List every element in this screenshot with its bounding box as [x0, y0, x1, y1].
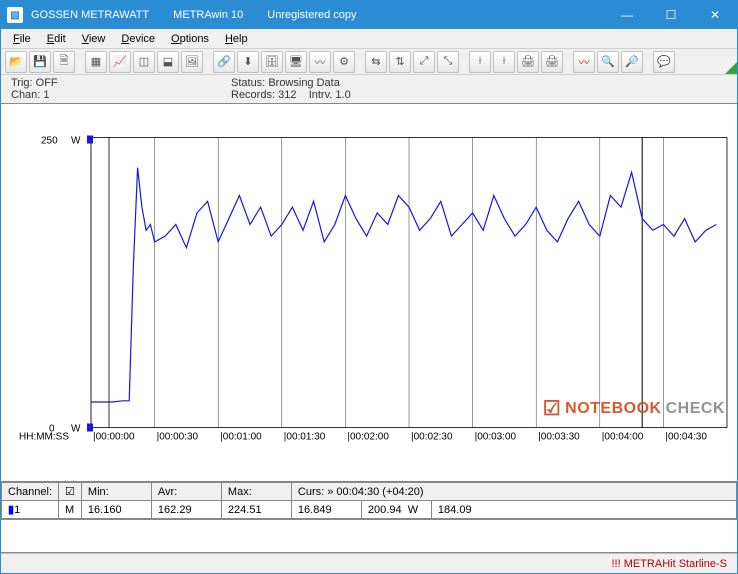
data-grid: Channel: ☑ Min: Avr: Max: Curs: » 00:04:… — [1, 481, 737, 553]
app-name: METRAwin 10 — [173, 9, 243, 21]
svg-text:W: W — [71, 424, 81, 435]
tool-scale1-icon[interactable]: ⇆ — [365, 51, 387, 73]
hdr-avr: Avr: — [151, 483, 221, 501]
svg-text:|00:02:00: |00:02:00 — [347, 432, 389, 443]
tool-cursor1-icon[interactable]: ⟊ — [469, 51, 491, 73]
menu-view[interactable]: View — [74, 31, 114, 47]
chart-svg: |00:00:00 |00:00:30 |00:01:00 |00:01:30 |00:… — [1, 104, 737, 481]
tool-zoomout-icon[interactable]: 🔎 — [621, 51, 643, 73]
tool-scale4-icon[interactable]: ⤡ — [437, 51, 459, 73]
hdr-max: Max: — [221, 483, 291, 501]
svg-text:|00:00:30: |00:00:30 — [157, 432, 199, 443]
tool-link-icon[interactable]: 🔗 — [213, 51, 235, 73]
tool-split-icon[interactable]: ◫ — [133, 51, 155, 73]
close-button[interactable]: ✕ — [693, 1, 737, 29]
row-marker: M — [59, 501, 82, 519]
maximize-button[interactable]: ☐ — [649, 1, 693, 29]
tool-grid-icon[interactable]: ▦ — [85, 51, 107, 73]
tool-db-icon[interactable]: 🗄 — [261, 51, 283, 73]
tool-wave-icon[interactable]: 〰 — [309, 51, 331, 73]
tool-print2-icon[interactable]: 🖨 — [541, 51, 563, 73]
intrv-value: 1.0 — [335, 89, 350, 101]
menu-options[interactable]: Options — [163, 31, 217, 47]
tool-print-icon[interactable]: 🖨 — [517, 51, 539, 73]
status-label: Status: — [231, 77, 265, 89]
trig-label: Trig: — [11, 77, 33, 89]
row-avr: 162.29 — [151, 501, 221, 519]
brand-name: GOSSEN METRAWATT — [31, 9, 149, 21]
menu-file[interactable]: File — [5, 31, 39, 47]
svg-text:|00:02:30: |00:02:30 — [411, 432, 453, 443]
svg-text:W: W — [71, 136, 81, 147]
tool-photo-icon[interactable]: 🖼 — [181, 51, 203, 73]
hdr-min: Min: — [81, 483, 151, 501]
registration-status: Unregistered copy — [267, 9, 356, 21]
status-value: Browsing Data — [268, 77, 340, 89]
tool-chat-icon[interactable]: 💬 — [653, 51, 675, 73]
svg-text:|00:04:30: |00:04:30 — [665, 432, 707, 443]
row-idx: 1 — [14, 504, 20, 516]
tool-split2-icon[interactable]: ⬓ — [157, 51, 179, 73]
tool-scale2-icon[interactable]: ⇅ — [389, 51, 411, 73]
row-min: 16.160 — [81, 501, 151, 519]
svg-text:|00:00:00: |00:00:00 — [93, 432, 135, 443]
tool-open-icon[interactable]: 📂 — [5, 51, 27, 73]
menubar: File Edit View Device Options Help — [1, 29, 737, 49]
app-icon: ▧ — [7, 7, 23, 23]
tool-zoomin-icon[interactable]: 🔍 — [597, 51, 619, 73]
svg-text:HH:MM:SS: HH:MM:SS — [19, 432, 69, 443]
statusbar-msg: !!! METRAHit Starline-S — [611, 558, 727, 570]
tool-zoomplus-icon[interactable]: 〰 — [573, 51, 595, 73]
statusbar: !!! METRAHit Starline-S — [1, 553, 737, 573]
tool-chart-icon[interactable]: 📈 — [109, 51, 131, 73]
records-value: 312 — [278, 89, 296, 101]
menu-device[interactable]: Device — [113, 31, 163, 47]
titlebar: ▧ GOSSEN METRAWATT METRAwin 10 Unregiste… — [1, 1, 737, 29]
svg-text:250: 250 — [41, 136, 58, 147]
minimize-button[interactable]: — — [605, 1, 649, 29]
watermark-text1: NOTEBOOK — [565, 400, 661, 418]
trig-value: OFF — [36, 77, 58, 89]
watermark-text2: CHECK — [666, 400, 725, 418]
svg-text:|00:03:00: |00:03:00 — [475, 432, 517, 443]
row-max: 224.51 — [221, 501, 291, 519]
row-unit: W — [408, 504, 418, 516]
svg-text:|00:01:00: |00:01:00 — [220, 432, 262, 443]
hdr-channel: Channel: — [2, 483, 59, 501]
menu-edit[interactable]: Edit — [39, 31, 74, 47]
menu-help[interactable]: Help — [217, 31, 256, 47]
row-c2: 200.94 — [368, 504, 402, 516]
tool-monitor-icon[interactable]: 🖥 — [285, 51, 307, 73]
records-label: Records: — [231, 89, 275, 101]
tool-scale3-icon[interactable]: ⤢ — [413, 51, 435, 73]
tool-download-icon[interactable]: ⬇ — [237, 51, 259, 73]
tool-save-icon[interactable]: 💾 — [29, 51, 51, 73]
tool-cursor2-icon[interactable]: ⟊ — [493, 51, 515, 73]
toolbar-grip-icon — [725, 62, 737, 74]
chart-area[interactable]: |00:00:00 |00:00:30 |00:01:00 |00:01:30 |00:… — [1, 103, 737, 481]
status-row: Trig: OFF Chan: 1 Status: Browsing Data … — [1, 75, 737, 103]
svg-text:|00:04:00: |00:04:00 — [602, 432, 644, 443]
intrv-label: Intrv. — [309, 89, 333, 101]
watermark: ☑ NOTEBOOK CHECK — [543, 396, 725, 421]
hdr-cursor: Curs: » 00:04:30 (+04:20) — [291, 483, 736, 501]
grid-data-row[interactable]: ▮1 M 16.160 162.29 224.51 16.849 200.94 … — [2, 501, 737, 519]
row-c1: 16.849 — [291, 501, 361, 519]
toolbar: 📂 💾 🗎 ▦ 📈 ◫ ⬓ 🖼 🔗 ⬇ 🗄 🖥 〰 ⚙ ⇆ ⇅ ⤢ ⤡ ⟊ ⟊ … — [1, 49, 737, 75]
chan-label: Chan: — [11, 89, 40, 101]
tool-settings-icon[interactable]: ⚙ — [333, 51, 355, 73]
tool-saveas-icon[interactable]: 🗎 — [53, 51, 75, 73]
hdr-checkbox[interactable]: ☑ — [59, 483, 82, 501]
row-c3: 184.09 — [431, 501, 736, 519]
svg-text:|00:03:30: |00:03:30 — [538, 432, 580, 443]
watermark-check-icon: ☑ — [543, 396, 561, 421]
svg-text:|00:01:30: |00:01:30 — [284, 432, 326, 443]
grid-header-row: Channel: ☑ Min: Avr: Max: Curs: » 00:04:… — [2, 483, 737, 501]
chan-value: 1 — [43, 89, 49, 101]
